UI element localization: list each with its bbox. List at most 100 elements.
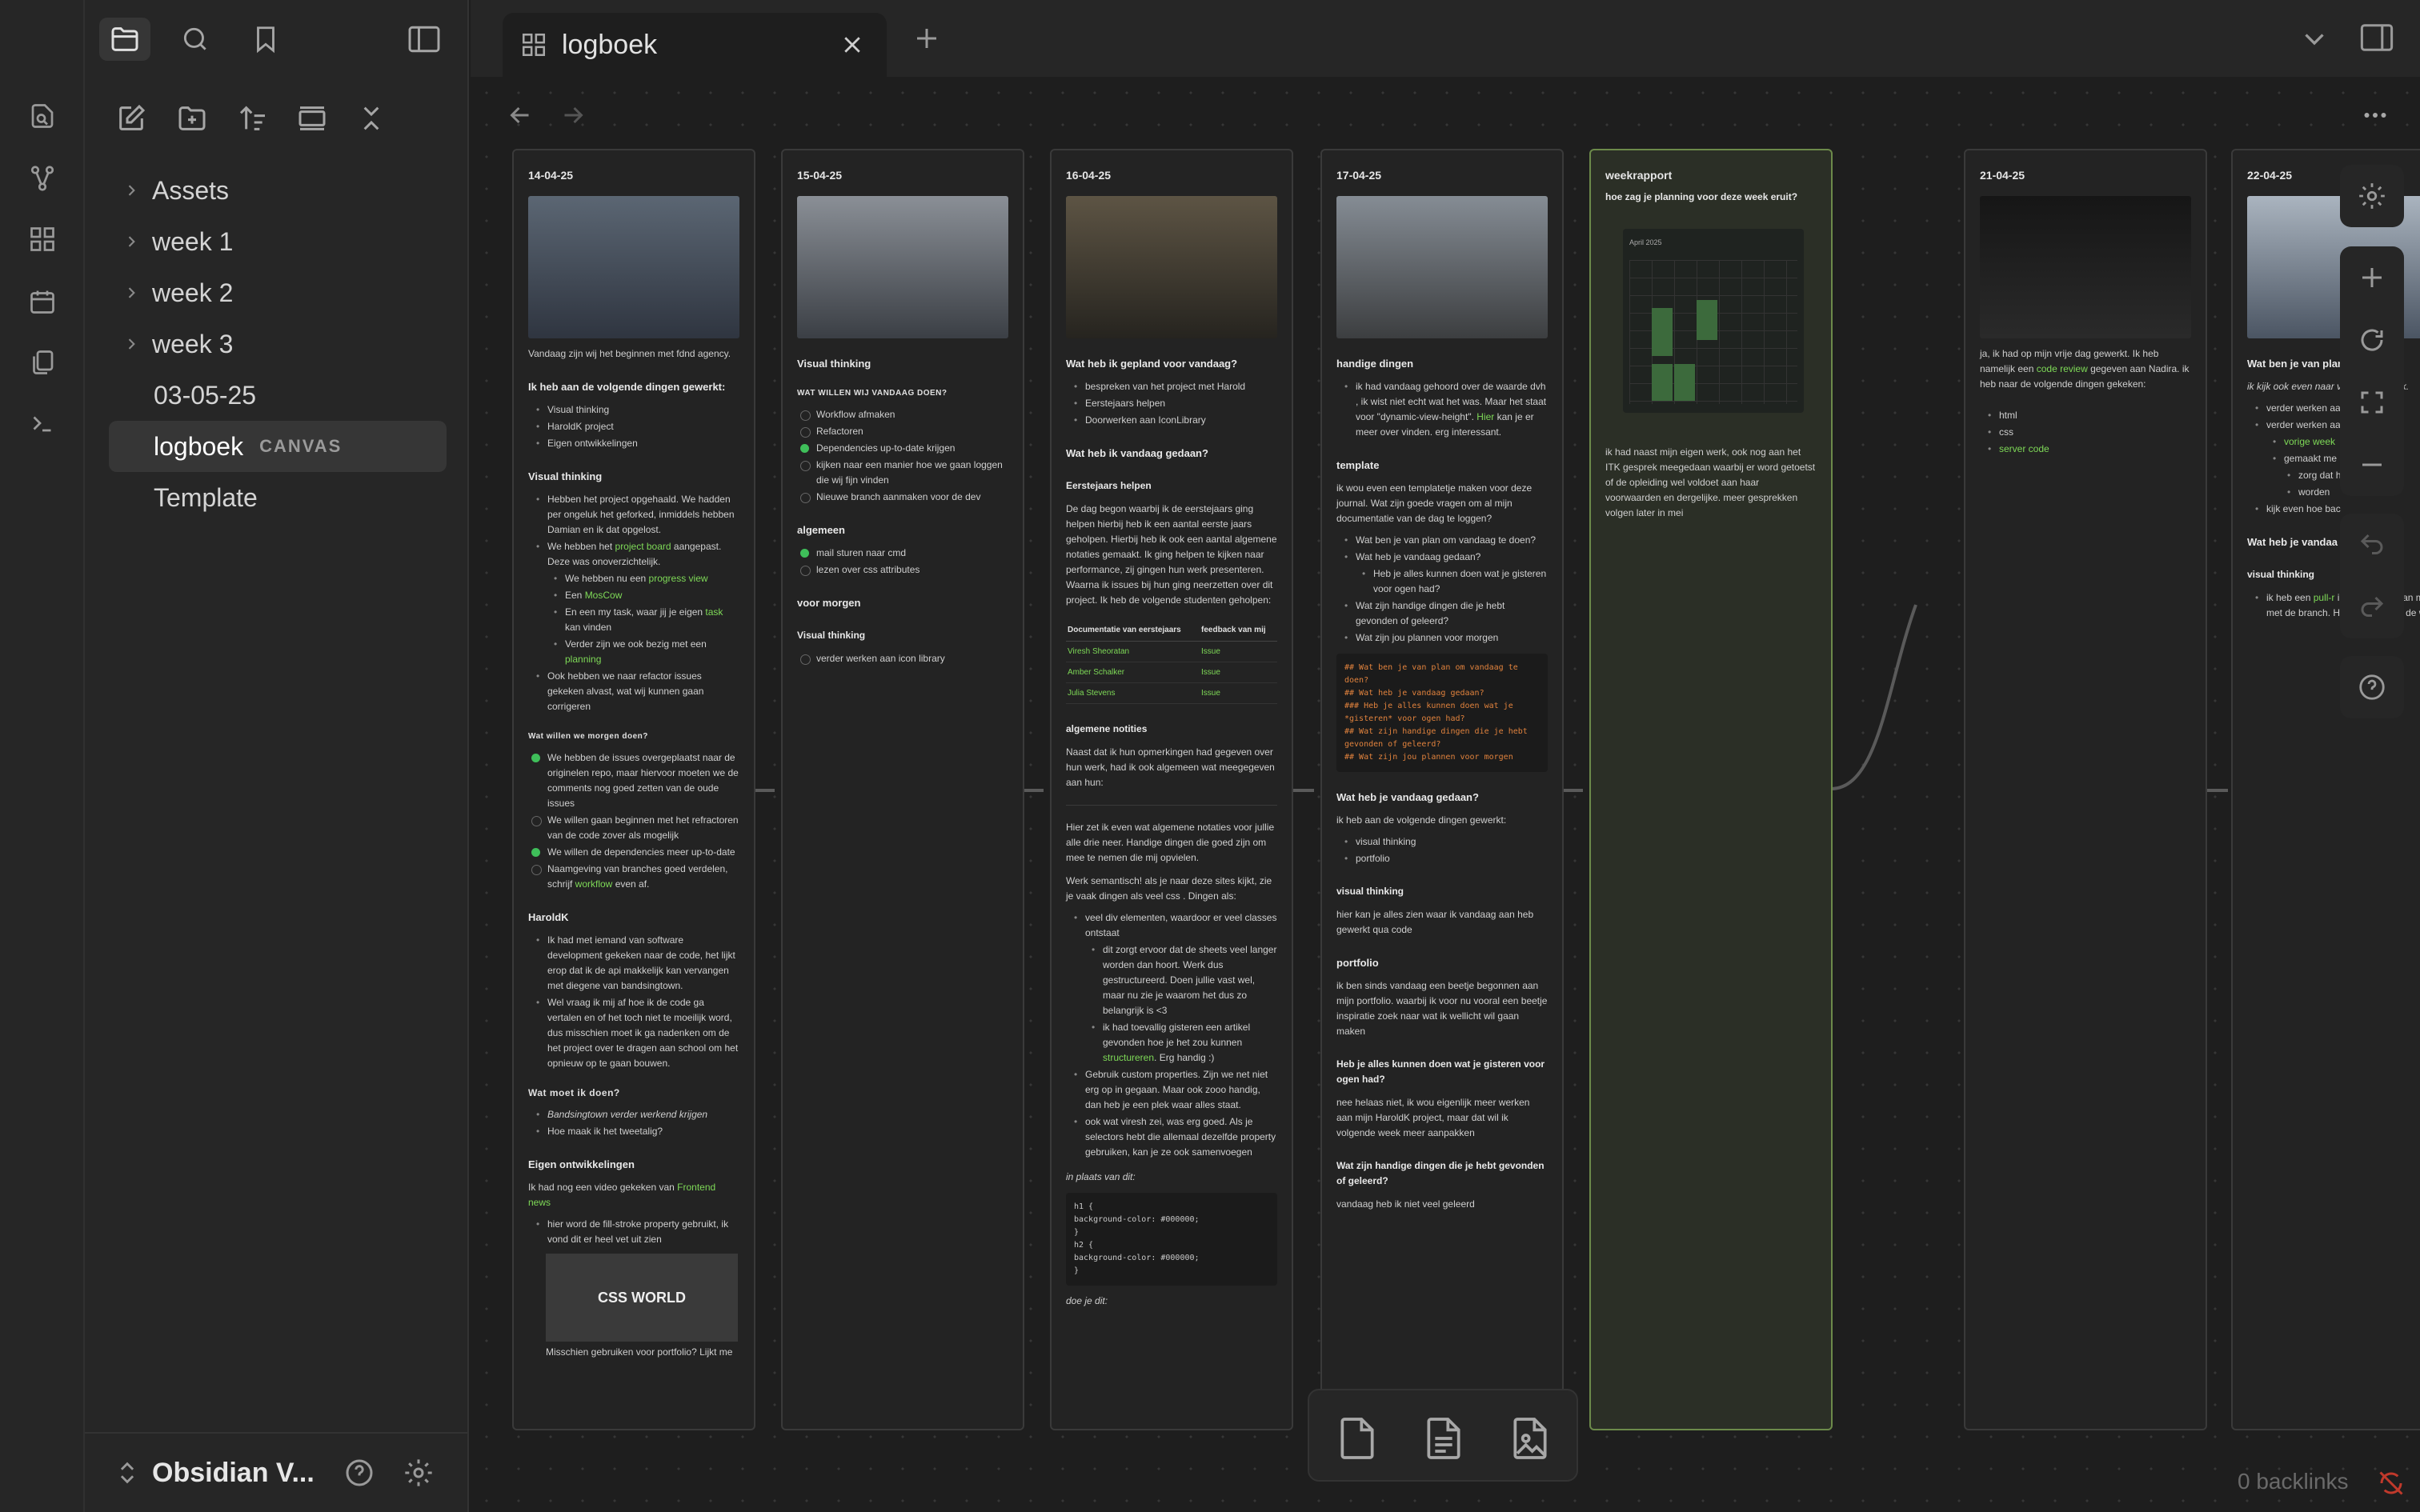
- sync-disabled-icon[interactable]: [2377, 1469, 2406, 1498]
- link[interactable]: progress view: [649, 573, 708, 584]
- back-arrow-icon[interactable]: [506, 101, 535, 130]
- zoom-out-button[interactable]: [2340, 434, 2404, 496]
- canvas-card-14-04-25[interactable]: 14-04-25 Vandaag zijn wij het beginnen m…: [512, 149, 755, 1430]
- checklist-item[interactable]: verder werken aan icon library: [800, 651, 1008, 666]
- folder-icon: [111, 27, 138, 51]
- checklist-item[interactable]: We willen de dependencies meer up-to-dat…: [531, 845, 739, 860]
- checklist-item[interactable]: mail sturen naar cmd: [800, 546, 1008, 561]
- edge-arrow: [754, 789, 775, 792]
- checklist-item[interactable]: Refactoren: [800, 424, 1008, 439]
- zoom-to-fit-button[interactable]: [2340, 371, 2404, 434]
- add-card-button[interactable]: [1325, 1406, 1389, 1470]
- list-item: Wel vraag ik mij af hoe ik de code ga ve…: [536, 995, 739, 1071]
- collapse-all-button[interactable]: [349, 96, 394, 141]
- checklist-item[interactable]: Dependencies up-to-date krijgen: [800, 441, 1008, 456]
- file-explorer-sidebar: Assets week 1 week 2 week 3 03-05-25 log…: [85, 0, 469, 1512]
- link[interactable]: workflow: [575, 878, 613, 890]
- list-item[interactable]: server code: [1988, 442, 2191, 457]
- canvas-card-21-04-25[interactable]: 21-04-25 ja, ik had op mijn vrije dag ge…: [1964, 149, 2207, 1430]
- canvas-help-button[interactable]: [2340, 656, 2404, 718]
- tab-list-chevron-down-icon[interactable]: [2300, 24, 2329, 53]
- link[interactable]: planning: [565, 654, 601, 665]
- settings-gear-icon[interactable]: [403, 1457, 435, 1489]
- list-item: Hoe maak ik het tweetalig?: [536, 1124, 739, 1139]
- reset-zoom-button[interactable]: [2340, 309, 2404, 371]
- tree-item-03-05-25[interactable]: 03-05-25: [109, 370, 447, 421]
- link[interactable]: structureren: [1103, 1052, 1154, 1063]
- link[interactable]: project board: [615, 541, 671, 552]
- auto-reveal-button[interactable]: [290, 96, 335, 141]
- list-item: We hebben het project board aangepast. D…: [536, 539, 739, 570]
- code-block: ## Wat ben je van plan om vandaag te doe…: [1336, 654, 1548, 772]
- canvas-settings-button[interactable]: [2340, 165, 2404, 227]
- zoom-in-button[interactable]: [2340, 246, 2404, 309]
- calendar-icon[interactable]: [24, 283, 61, 320]
- help-icon[interactable]: [343, 1457, 375, 1489]
- canvas-card-16-04-25[interactable]: 16-04-25 Wat heb ik gepland voor vandaag…: [1050, 149, 1293, 1430]
- tree-item-logboek[interactable]: logboek CANVAS: [109, 421, 447, 472]
- more-options-icon[interactable]: [2361, 101, 2390, 130]
- checklist-item[interactable]: Nieuwe branch aanmaken voor de dev: [800, 490, 1008, 505]
- tree-item-assets[interactable]: Assets: [109, 165, 447, 216]
- tree-item-week-2[interactable]: week 2: [109, 267, 447, 318]
- link[interactable]: task: [705, 606, 723, 618]
- canvas-view[interactable]: 14-04-25 Vandaag zijn wij het beginnen m…: [471, 77, 2420, 1512]
- tree-item-template[interactable]: Template: [109, 472, 447, 523]
- terminal-icon[interactable]: [24, 405, 61, 442]
- forward-arrow-icon[interactable]: [559, 101, 587, 130]
- list-item: Wat zijn handige dingen die je hebt gevo…: [1344, 598, 1548, 629]
- canvas-card-weekrapport[interactable]: weekrapport hoe zag je planning voor dez…: [1589, 149, 1833, 1430]
- graph-view-icon[interactable]: [24, 160, 61, 197]
- undo-button[interactable]: [2340, 514, 2404, 576]
- quick-switcher-icon[interactable]: [24, 98, 61, 134]
- list-item: ik had toevallig gisteren een artikel ge…: [1092, 1020, 1277, 1066]
- file-type-badge: CANVAS: [259, 436, 343, 456]
- canvas-card-15-04-25[interactable]: 15-04-25 Visual thinking WAT WILLEN WIJ …: [781, 149, 1024, 1430]
- tree-item-label: week 3: [152, 329, 234, 358]
- chevron-right-icon: [123, 285, 152, 301]
- right-sidebar-toggle-icon[interactable]: [2359, 22, 2394, 53]
- chevron-right-icon: [123, 336, 152, 352]
- checklist-item[interactable]: lezen over css attributes: [800, 562, 1008, 578]
- checklist-item[interactable]: kijken naar een manier hoe we gaan logge…: [800, 458, 1008, 488]
- collapse-sidebar-button[interactable]: [399, 18, 450, 61]
- new-note-button[interactable]: [109, 96, 154, 141]
- bookmarks-tab-button[interactable]: [240, 18, 291, 61]
- tree-item-week-1[interactable]: week 1: [109, 216, 447, 267]
- checklist-item[interactable]: We hebben de issues overgeplaatst naar d…: [531, 750, 739, 811]
- list-item: Doorwerken aan IconLibrary: [1074, 413, 1277, 428]
- add-media-button[interactable]: [1498, 1406, 1562, 1470]
- templates-icon[interactable]: [24, 344, 61, 381]
- link[interactable]: Hier: [1476, 411, 1494, 422]
- webcam-photo: [797, 196, 1008, 338]
- link[interactable]: MosCow: [585, 590, 623, 601]
- add-note-button[interactable]: [1412, 1406, 1476, 1470]
- tab-logboek[interactable]: logboek: [503, 13, 887, 77]
- redo-button[interactable]: [2340, 576, 2404, 638]
- card-heading: Ik heb aan de volgende dingen gewerkt:: [528, 381, 726, 393]
- checklist-item[interactable]: We willen gaan beginnen met het refracto…: [531, 813, 739, 843]
- checklist-item[interactable]: Workflow afmaken: [800, 407, 1008, 422]
- list-item: Wat heb je vandaag gedaan?: [1344, 550, 1548, 565]
- card-title: 14-04-25: [528, 169, 574, 182]
- new-folder-button[interactable]: [170, 96, 214, 141]
- new-tab-plus-icon[interactable]: [912, 24, 941, 53]
- tree-item-week-3[interactable]: week 3: [109, 318, 447, 370]
- close-tab-icon[interactable]: [840, 33, 864, 57]
- checklist-item[interactable]: Naamgeving van branches goed verdelen, s…: [531, 862, 739, 892]
- card-heading: Wat heb ik gepland voor vandaag?: [1066, 358, 1238, 370]
- card-title: 15-04-25: [797, 169, 843, 182]
- link[interactable]: pull-r: [2314, 592, 2335, 603]
- search-tab-button[interactable]: [170, 18, 221, 61]
- tree-item-label: week 2: [152, 278, 234, 307]
- sort-button[interactable]: [230, 96, 275, 141]
- canvas-card-17-04-25[interactable]: 17-04-25 handige dingen ik had vandaag g…: [1320, 149, 1564, 1430]
- link[interactable]: code review: [2037, 363, 2088, 374]
- card-text: vandaag heb ik niet veel geleerd: [1336, 1198, 1475, 1210]
- backlinks-count[interactable]: 0 backlinks: [2238, 1469, 2349, 1494]
- vault-name[interactable]: Obsidian V...: [152, 1458, 315, 1489]
- canvas-icon[interactable]: [24, 221, 61, 258]
- edge-arrow: [2207, 789, 2228, 792]
- files-tab-button[interactable]: [99, 18, 150, 61]
- chevron-updown-icon[interactable]: [117, 1459, 138, 1486]
